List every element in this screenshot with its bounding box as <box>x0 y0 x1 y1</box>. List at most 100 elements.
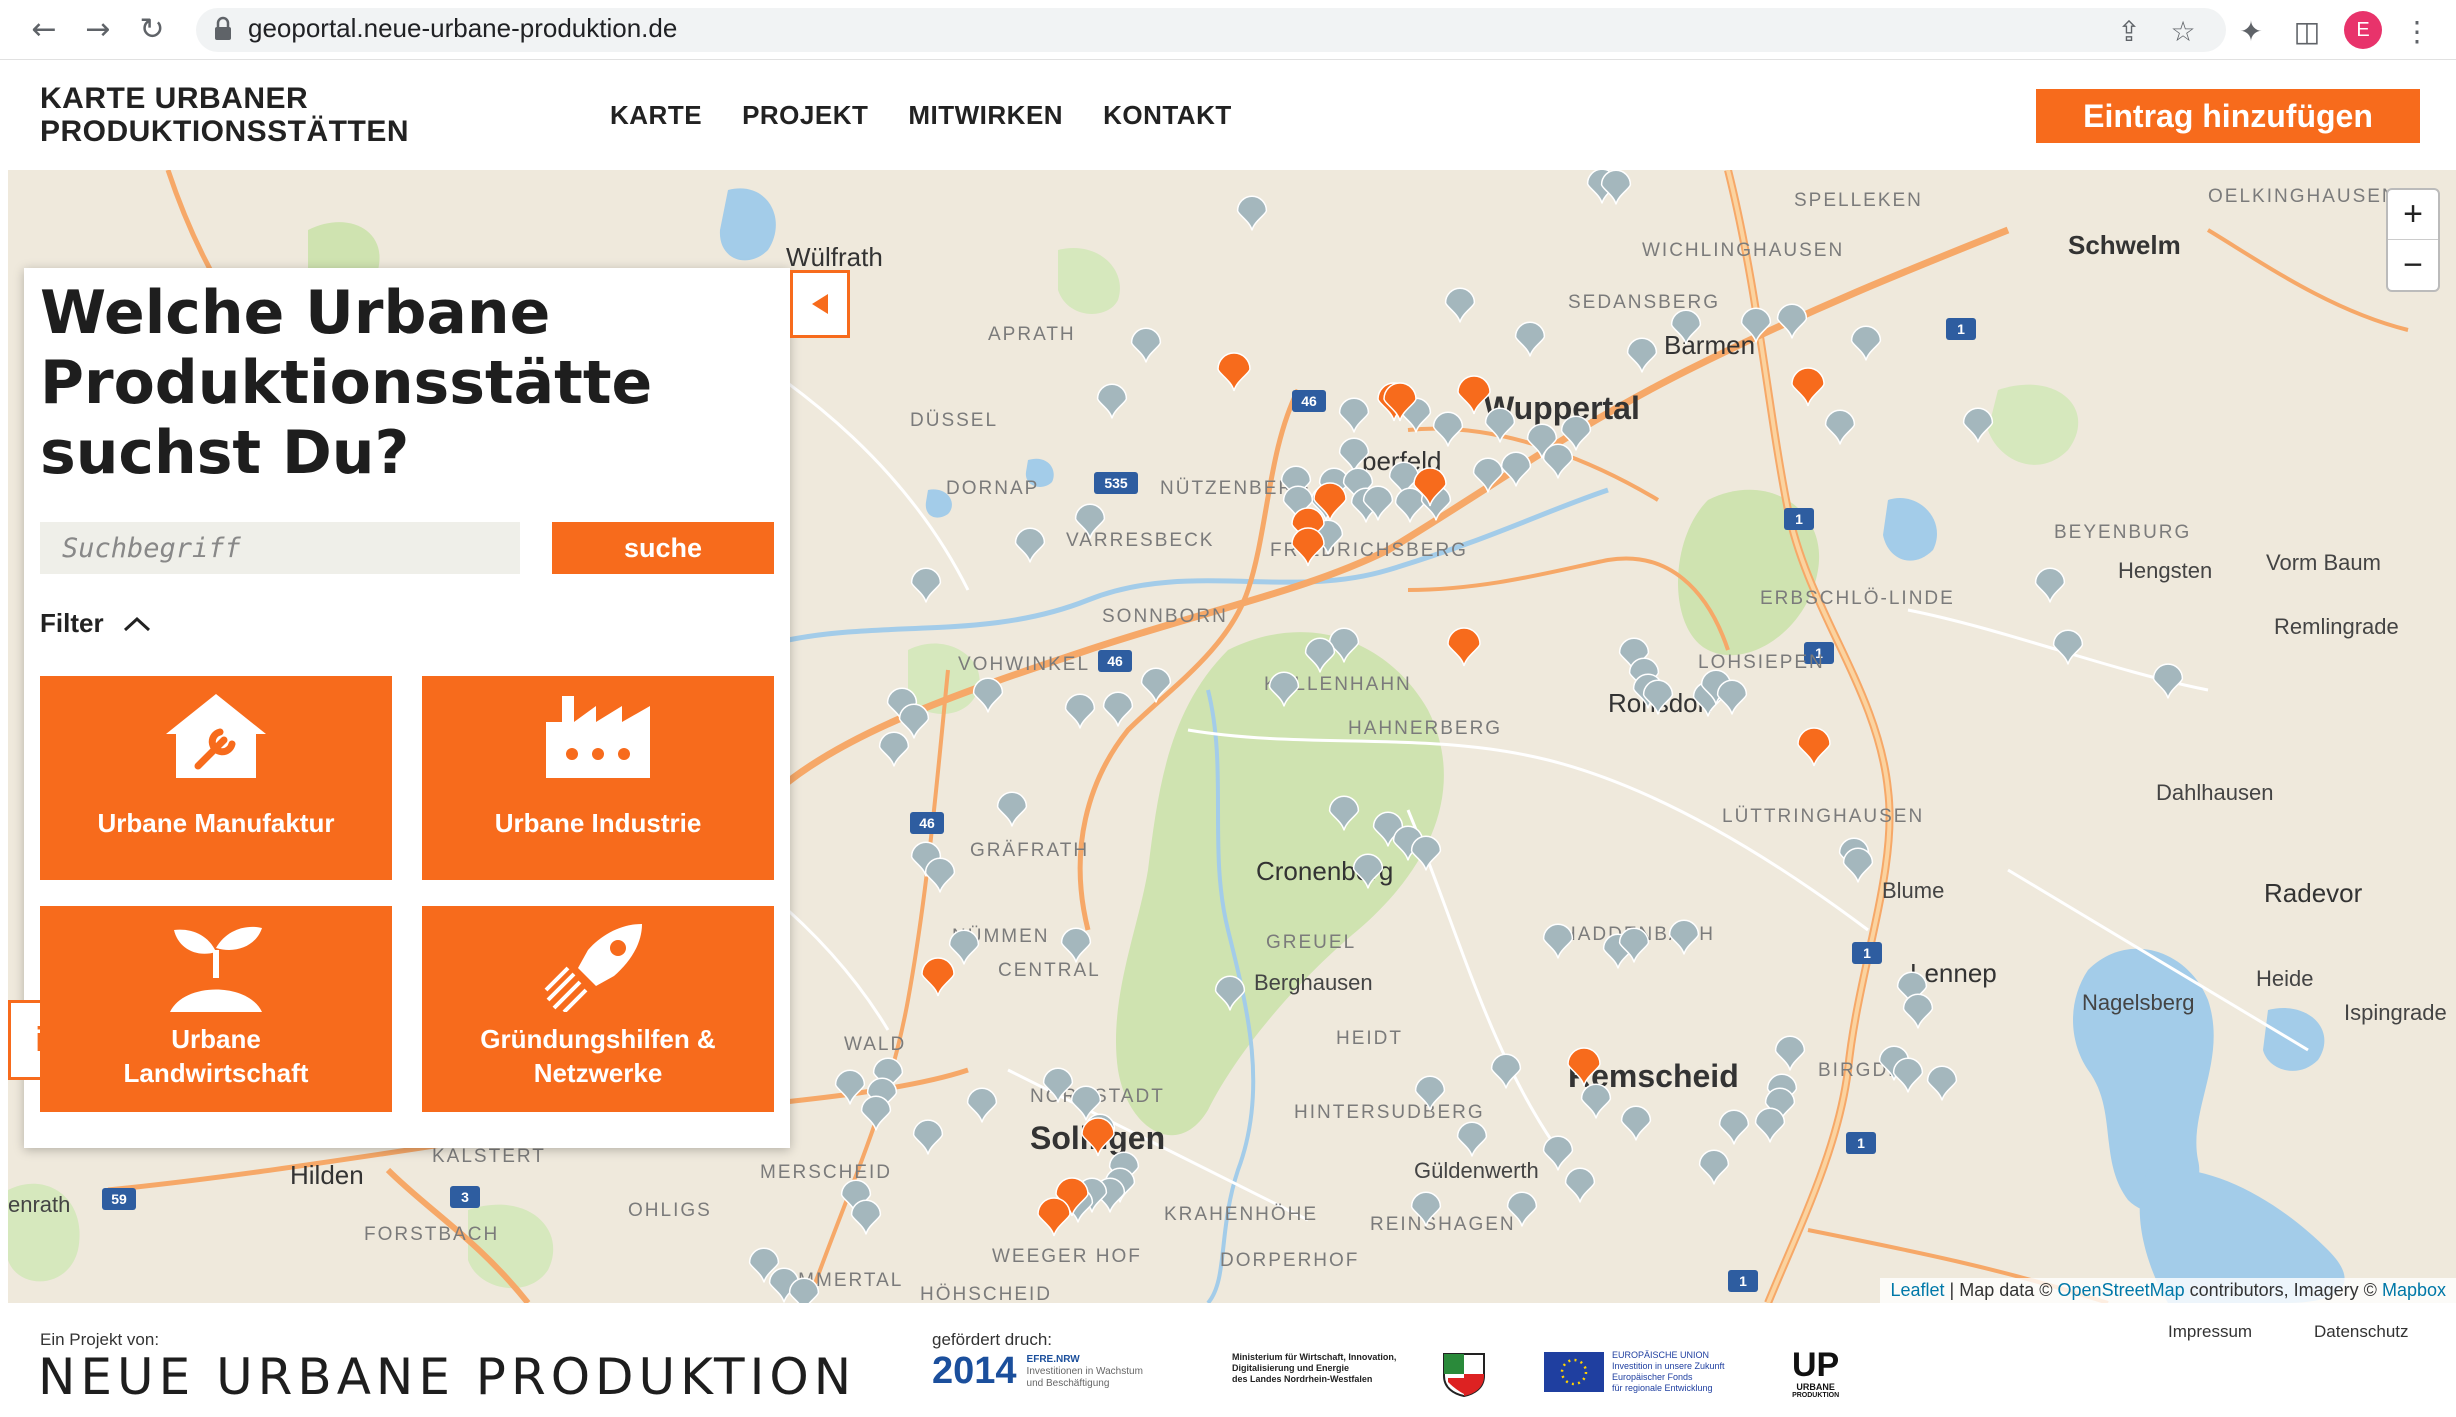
map-marker-gray[interactable] <box>2152 663 2184 699</box>
map-marker-gray[interactable] <box>1716 679 1748 715</box>
map-marker-gray[interactable] <box>878 731 910 767</box>
map-marker-gray[interactable] <box>1352 853 1384 889</box>
map-marker-gray[interactable] <box>898 703 930 739</box>
map-marker-gray[interactable] <box>1490 1053 1522 1089</box>
map-marker-gray[interactable] <box>1140 667 1172 703</box>
map-marker-gray[interactable] <box>1560 415 1592 451</box>
kebab-menu-icon[interactable]: ⋮ <box>2400 14 2434 48</box>
footer-brand-logo[interactable]: NEUE URBANE PRODUKTION <box>38 1348 856 1406</box>
map-marker-gray[interactable] <box>1414 1075 1446 1111</box>
map-marker-gray[interactable] <box>1484 407 1516 443</box>
map-marker-gray[interactable] <box>1842 847 1874 883</box>
map-marker-gray[interactable] <box>1456 1121 1488 1157</box>
map-marker-gray[interactable] <box>1130 327 1162 363</box>
map-marker-gray[interactable] <box>1236 195 1268 231</box>
map-marker-gray[interactable] <box>2052 629 2084 665</box>
map-marker-gray[interactable] <box>1698 1149 1730 1185</box>
map-marker-gray[interactable] <box>1580 1083 1612 1119</box>
category-gruendungshilfen-netzwerke[interactable]: Gründungshilfen & Netzwerke <box>422 906 774 1112</box>
zoom-out-button[interactable]: − <box>2388 240 2438 290</box>
map-marker-gray[interactable] <box>1542 923 1574 959</box>
map-marker-gray[interactable] <box>996 791 1028 827</box>
map-marker-gray[interactable] <box>1668 919 1700 955</box>
map-marker-gray[interactable] <box>1926 1065 1958 1101</box>
share-icon[interactable]: ⇪ <box>2112 14 2146 48</box>
map-marker-gray[interactable] <box>924 857 956 893</box>
map-marker-gray[interactable] <box>1670 309 1702 345</box>
map-marker-gray[interactable] <box>1060 927 1092 963</box>
map-marker-gray[interactable] <box>1740 307 1772 343</box>
map-marker-gray[interactable] <box>1328 627 1360 663</box>
url-text[interactable]: geoportal.neue-urbane-produktion.de <box>248 13 677 44</box>
map-marker-gray[interactable] <box>1754 1107 1786 1143</box>
category-urbane-manufaktur[interactable]: Urbane Manufaktur <box>40 676 392 880</box>
map-marker-orange[interactable] <box>1217 352 1251 392</box>
map-marker-gray[interactable] <box>1774 1035 1806 1071</box>
map-marker-gray[interactable] <box>2034 567 2066 603</box>
map-marker-gray[interactable] <box>860 1095 892 1131</box>
nav-karte[interactable]: KARTE <box>610 100 702 131</box>
mapbox-link[interactable]: Mapbox <box>2382 1280 2446 1300</box>
map-marker-gray[interactable] <box>1096 383 1128 419</box>
map-marker-gray[interactable] <box>1432 411 1464 447</box>
map-marker-gray[interactable] <box>1506 1191 1538 1227</box>
map-marker-gray[interactable] <box>1064 693 1096 729</box>
map-marker-gray[interactable] <box>1902 993 1934 1029</box>
map-marker-gray[interactable] <box>972 677 1004 713</box>
map-marker-gray[interactable] <box>910 567 942 603</box>
map-marker-gray[interactable] <box>1514 321 1546 357</box>
profile-avatar[interactable]: E <box>2344 11 2382 49</box>
map-marker-gray[interactable] <box>1338 437 1370 473</box>
map-marker-gray[interactable] <box>1962 407 1994 443</box>
map-marker-gray[interactable] <box>1102 691 1134 727</box>
map-marker-gray[interactable] <box>1268 671 1300 707</box>
map-marker-orange[interactable] <box>1457 375 1491 415</box>
map-marker-gray[interactable] <box>1642 679 1674 715</box>
nav-mitwirken[interactable]: MITWIRKEN <box>908 100 1063 131</box>
map-marker-gray[interactable] <box>1214 975 1246 1011</box>
map-marker-orange[interactable] <box>921 957 955 997</box>
map-marker-gray[interactable] <box>788 1277 820 1303</box>
reload-icon[interactable]: ↻ <box>134 12 170 48</box>
map-marker-gray[interactable] <box>1718 1109 1750 1145</box>
side-panel-icon[interactable]: ◫ <box>2290 14 2324 48</box>
zoom-in-button[interactable]: + <box>2388 190 2438 240</box>
map-marker-gray[interactable] <box>1014 527 1046 563</box>
map-marker-gray[interactable] <box>1394 487 1426 523</box>
search-input[interactable] <box>40 522 520 574</box>
map-marker-gray[interactable] <box>1620 1105 1652 1141</box>
back-arrow-icon[interactable]: ← <box>26 12 62 48</box>
bookmark-star-icon[interactable]: ☆ <box>2166 14 2200 48</box>
map-marker-gray[interactable] <box>1328 795 1360 831</box>
map-marker-gray[interactable] <box>834 1069 866 1105</box>
map-marker-gray[interactable] <box>1564 1167 1596 1203</box>
add-entry-button[interactable]: Eintrag hinzufügen <box>2036 89 2420 143</box>
category-urbane-industrie[interactable]: Urbane Industrie <box>422 676 774 880</box>
map-marker-gray[interactable] <box>1042 1067 1074 1103</box>
map-marker-gray[interactable] <box>1542 1135 1574 1171</box>
impressum-link[interactable]: Impressum <box>2168 1322 2252 1342</box>
map-marker-gray[interactable] <box>966 1087 998 1123</box>
search-button[interactable]: suche <box>552 522 774 574</box>
nav-projekt[interactable]: PROJEKT <box>742 100 868 131</box>
map-marker-gray[interactable] <box>1824 409 1856 445</box>
map-marker-orange[interactable] <box>1567 1047 1601 1087</box>
map-marker-orange[interactable] <box>1797 727 1831 767</box>
map-marker-gray[interactable] <box>1410 835 1442 871</box>
map-marker-gray[interactable] <box>1542 443 1574 479</box>
map-marker-gray[interactable] <box>1776 303 1808 339</box>
map-marker-gray[interactable] <box>1304 637 1336 673</box>
leaflet-link[interactable]: Leaflet <box>1890 1280 1944 1300</box>
map-marker-gray[interactable] <box>1850 325 1882 361</box>
map-marker-gray[interactable] <box>1410 1191 1442 1227</box>
map-marker-gray[interactable] <box>912 1119 944 1155</box>
extensions-puzzle-icon[interactable]: ✦ <box>2234 14 2268 48</box>
map-marker-gray[interactable] <box>948 929 980 965</box>
map-marker-orange[interactable] <box>1791 367 1825 407</box>
osm-link[interactable]: OpenStreetMap <box>2058 1280 2185 1300</box>
nav-kontakt[interactable]: KONTAKT <box>1103 100 1232 131</box>
map-marker-orange[interactable] <box>1291 527 1325 567</box>
map-marker-gray[interactable] <box>1600 170 1632 205</box>
map-marker-orange[interactable] <box>1037 1197 1071 1237</box>
map-marker-gray[interactable] <box>850 1199 882 1235</box>
